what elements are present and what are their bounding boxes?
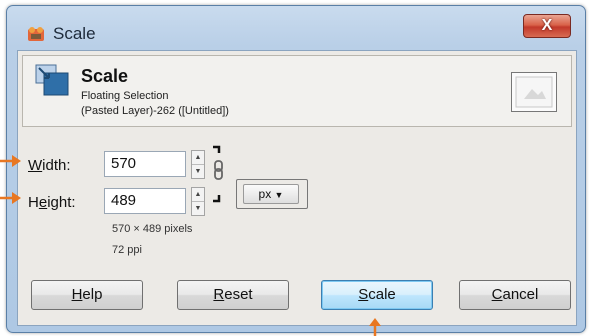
width-spinner[interactable]: ▲ ▼ — [191, 150, 205, 179]
layer-preview-icon — [511, 72, 557, 112]
help-button[interactable]: Help — [31, 280, 143, 310]
scale-tool-icon — [35, 64, 69, 96]
unit-dropdown[interactable]: px ▼ — [236, 179, 308, 209]
chevron-up-icon[interactable]: ▲ — [192, 188, 204, 202]
gimp-icon — [28, 27, 44, 41]
width-input[interactable]: 570 — [104, 151, 186, 177]
title-bar[interactable]: Scale X — [7, 6, 585, 48]
chevron-down-icon[interactable]: ▼ — [192, 202, 204, 215]
width-label: Width: — [28, 157, 71, 174]
caret-down-icon: ▼ — [274, 190, 284, 200]
dialog-subtitle: Floating Selection — [81, 90, 169, 102]
cancel-button[interactable]: Cancel — [459, 280, 571, 310]
window-title: Scale — [53, 24, 96, 43]
unit-value: px — [258, 187, 272, 201]
chevron-up-icon[interactable]: ▲ — [192, 151, 204, 165]
pixel-dimensions: 570 × 489 pixels — [112, 223, 193, 235]
height-label: Height: — [28, 194, 76, 211]
height-spinner[interactable]: ▲ ▼ — [191, 187, 205, 216]
dialog-header: Scale Floating Selection (Pasted Layer)-… — [22, 55, 572, 127]
close-button[interactable]: X — [523, 14, 571, 38]
height-input[interactable]: 489 — [104, 188, 186, 214]
dialog-heading: Scale — [81, 66, 129, 86]
close-icon: X — [541, 17, 553, 34]
width-pointer-arrow — [0, 155, 21, 167]
unit-selector[interactable]: px ▼ — [243, 184, 299, 204]
resolution-info: 72 ppi — [112, 244, 142, 256]
chain-link-icon[interactable] — [211, 145, 225, 205]
scale-dialog-window: Scale X Scale Floating Selection (Pasted… — [6, 5, 586, 333]
height-pointer-arrow — [0, 192, 21, 204]
scale-pointer-arrow — [369, 318, 381, 336]
chevron-down-icon[interactable]: ▼ — [192, 165, 204, 178]
scale-button[interactable]: Scale — [321, 280, 433, 310]
reset-button[interactable]: Reset — [177, 280, 289, 310]
layer-info: (Pasted Layer)-262 ([Untitled]) — [81, 105, 229, 117]
